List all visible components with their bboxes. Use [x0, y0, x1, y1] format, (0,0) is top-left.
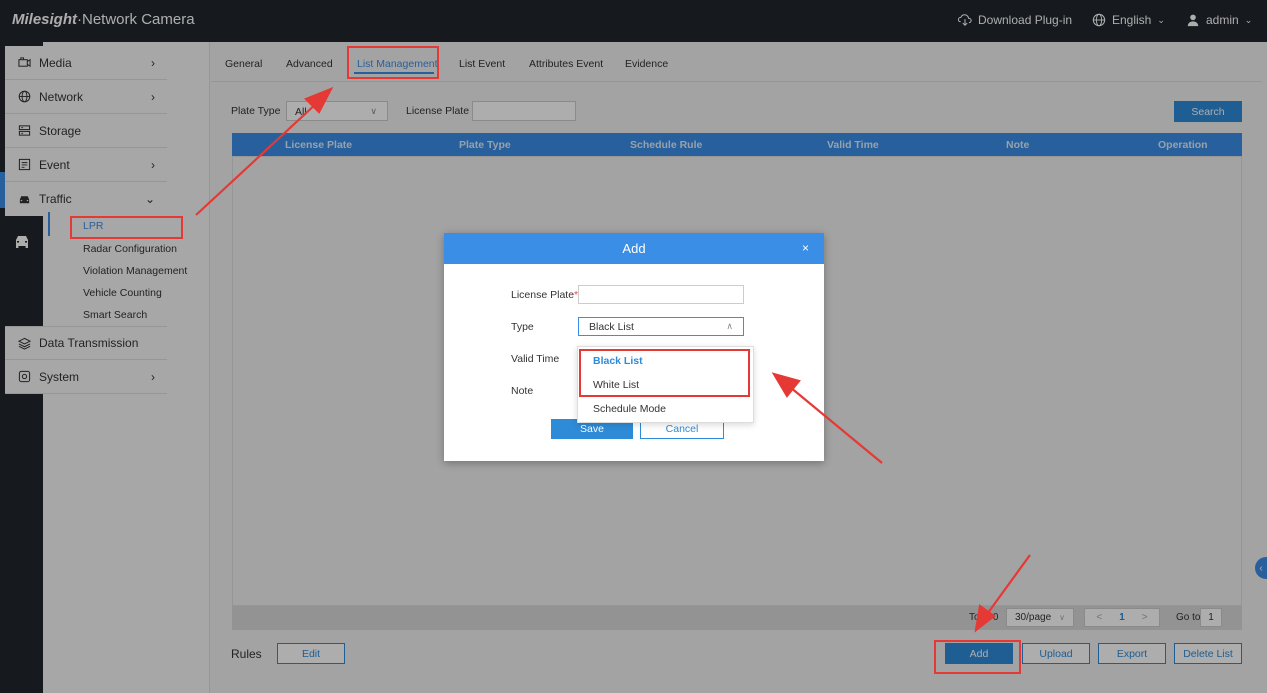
annotation-box-type-options	[579, 349, 750, 397]
dialog-header: Add ×	[444, 233, 824, 264]
close-icon[interactable]: ×	[802, 241, 809, 255]
annotation-box-list-management	[347, 46, 439, 79]
license-plate-label-text: License Plate	[511, 289, 575, 301]
annotation-box-add	[934, 640, 1021, 674]
dialog-license-plate-input[interactable]	[578, 285, 744, 304]
dialog-note-label: Note	[511, 385, 534, 397]
dialog-type-label: Type	[511, 321, 534, 333]
dialog-valid-time-label: Valid Time	[511, 353, 560, 365]
dialog-type-value: Black List	[589, 321, 634, 333]
dialog-license-plate-label: License Plate*	[511, 289, 578, 301]
annotation-box-lpr	[70, 216, 183, 239]
chevron-up-icon: ∧	[726, 321, 733, 331]
dialog-type-select[interactable]: Black List ∧	[578, 317, 744, 336]
dropdown-option-schedule-mode[interactable]: Schedule Mode	[593, 403, 666, 415]
dialog-title: Add	[622, 241, 646, 256]
